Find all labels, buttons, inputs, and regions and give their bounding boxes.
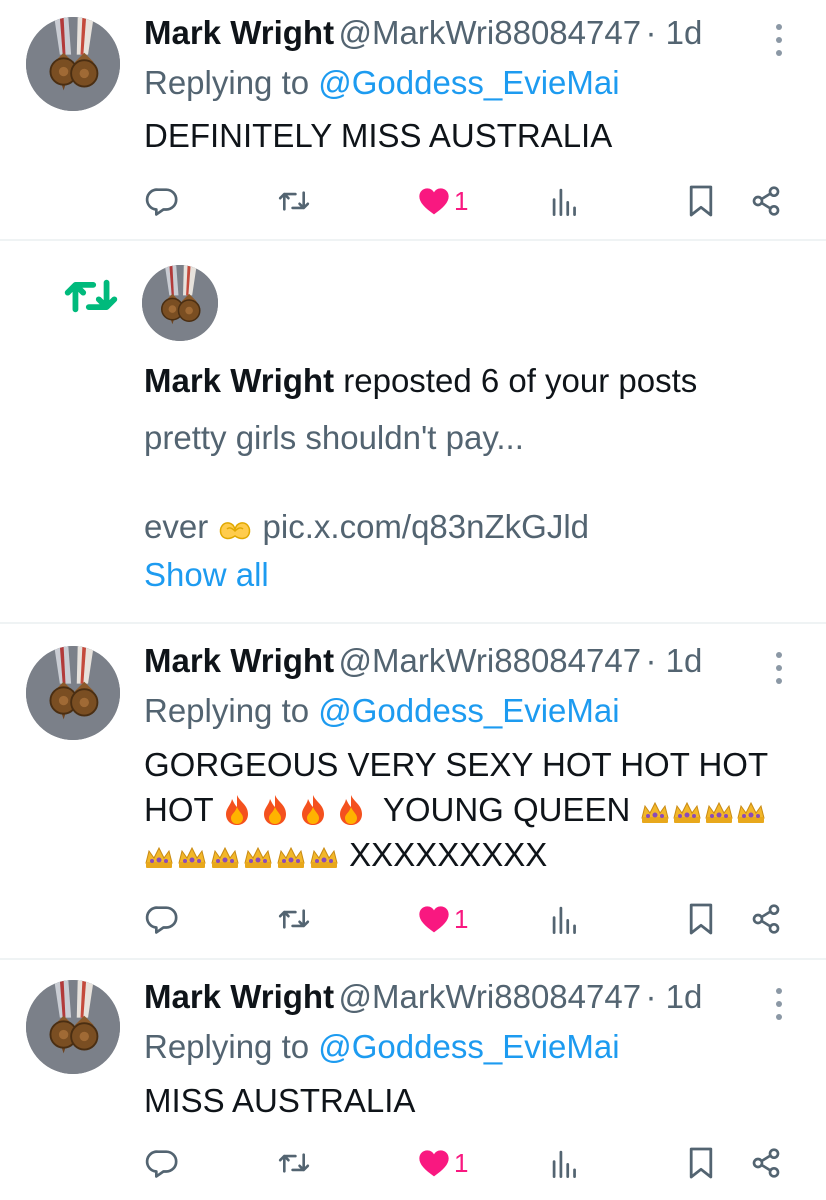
bookmark-button[interactable]	[687, 176, 715, 226]
like-icon	[419, 1150, 449, 1177]
replying-handle-link[interactable]: @Goddess_EvieMai	[318, 692, 619, 729]
post-header: Mark Wright @MarkWri88084747 · 1d	[144, 642, 702, 680]
share-button[interactable]	[750, 894, 782, 944]
bookmark-button[interactable]	[687, 894, 715, 944]
share-button[interactable]	[750, 176, 782, 226]
display-name[interactable]: Mark Wright	[144, 978, 334, 1015]
like-icon	[419, 188, 449, 215]
like-count: 1	[454, 185, 469, 216]
share-icon	[752, 186, 780, 216]
display-name[interactable]: Mark Wright	[144, 14, 334, 51]
views-icon	[552, 188, 576, 216]
reply-icon	[145, 906, 178, 934]
bookmark-icon	[689, 903, 713, 935]
reply-button[interactable]	[145, 176, 179, 226]
reply-button[interactable]	[145, 894, 179, 944]
display-name[interactable]: Mark Wright	[144, 642, 334, 679]
post-time[interactable]: · 1d	[646, 978, 703, 1015]
divider	[0, 958, 826, 960]
replying-label: Replying to	[144, 1028, 319, 1065]
views-icon	[552, 1150, 576, 1178]
like-button[interactable]: 1	[418, 1138, 468, 1188]
views-button[interactable]	[551, 1138, 579, 1188]
share-button[interactable]	[750, 1138, 782, 1188]
like-icon	[419, 906, 449, 933]
replying-handle-link[interactable]: @Goddess_EvieMai	[318, 1028, 619, 1065]
post-text: MISS AUSTRALIA	[144, 1082, 416, 1119]
post-time[interactable]: · 1d	[646, 14, 703, 51]
more-icon[interactable]	[774, 652, 784, 684]
avatar[interactable]	[26, 980, 120, 1074]
reply-icon	[145, 1150, 178, 1178]
post-text-word: HOT	[144, 791, 214, 828]
repost-button[interactable]	[276, 176, 312, 226]
views-icon	[552, 906, 576, 934]
fire-emoji	[226, 795, 363, 825]
repost-preview-link: pic.x.com/q83nZkGJld	[253, 508, 589, 545]
more-icon[interactable]	[774, 24, 784, 56]
user-handle[interactable]: @MarkWri88084747	[339, 978, 642, 1015]
post-actions: 1	[0, 176, 826, 226]
repost-icon	[64, 279, 118, 313]
post-actions: 1	[0, 1138, 826, 1188]
repost-preview-word: ever	[144, 508, 209, 545]
views-button[interactable]	[551, 176, 579, 226]
user-handle[interactable]: @MarkWri88084747	[339, 642, 642, 679]
avatar[interactable]	[26, 646, 120, 740]
post-text-word: XXXXXXXXX	[349, 836, 548, 873]
crown-emoji	[641, 802, 765, 824]
user-handle[interactable]: @MarkWri88084747	[339, 14, 642, 51]
repost-notification-icon	[62, 276, 120, 321]
replying-to: Replying to @Goddess_EvieMai	[144, 692, 620, 730]
post-text: HOT YOUNG QUEEN	[144, 787, 766, 833]
heart-hands-emoji	[220, 522, 251, 540]
bookmark-icon	[689, 185, 713, 217]
bookmark-button[interactable]	[687, 1138, 715, 1188]
share-icon	[752, 1148, 780, 1178]
replying-label: Replying to	[144, 692, 319, 729]
replying-label: Replying to	[144, 64, 319, 101]
like-count: 1	[454, 1147, 469, 1178]
post-text: DEFINITELY MISS AUSTRALIA	[144, 117, 613, 154]
repost-button[interactable]	[276, 894, 312, 944]
reply-icon	[145, 188, 178, 216]
repost-button[interactable]	[276, 1138, 312, 1188]
post-header: Mark Wright @MarkWri88084747 · 1d	[144, 978, 702, 1016]
post-header: Mark Wright @MarkWri88084747 · 1d	[144, 14, 702, 52]
repost-notification-text[interactable]: Mark Wright reposted 6 of your posts	[144, 362, 697, 400]
replying-handle-link[interactable]: @Goddess_EvieMai	[318, 64, 619, 101]
divider	[0, 622, 826, 624]
post-time[interactable]: · 1d	[646, 642, 703, 679]
views-button[interactable]	[551, 894, 579, 944]
avatar[interactable]	[26, 17, 120, 111]
post-text: GORGEOUS VERY SEXY HOT HOT HOT	[144, 746, 769, 783]
post-text: XXXXXXXXX	[144, 832, 547, 878]
reply-button[interactable]	[145, 1138, 179, 1188]
share-icon	[752, 904, 780, 934]
avatar[interactable]	[142, 265, 218, 341]
replying-to: Replying to @Goddess_EvieMai	[144, 1028, 620, 1066]
more-icon[interactable]	[774, 988, 784, 1020]
like-button[interactable]: 1	[418, 894, 468, 944]
replying-to: Replying to @Goddess_EvieMai	[144, 64, 620, 102]
repost-preview-line: ever pic.x.com/q83nZkGJld	[144, 504, 589, 550]
repost-icon	[278, 1153, 310, 1173]
crown-emoji	[145, 847, 338, 869]
repost-icon	[278, 909, 310, 929]
repost-action-text: reposted 6 of your posts	[334, 362, 698, 399]
like-count: 1	[454, 903, 469, 934]
post-text-word: YOUNG QUEEN	[382, 791, 631, 828]
like-button[interactable]: 1	[418, 176, 468, 226]
repost-icon	[278, 191, 310, 211]
bookmark-icon	[689, 1147, 713, 1179]
show-all-link[interactable]: Show all	[144, 552, 269, 598]
divider	[0, 239, 826, 241]
display-name[interactable]: Mark Wright	[144, 362, 334, 399]
repost-preview-line: pretty girls shouldn't pay...	[144, 419, 524, 456]
post-actions: 1	[0, 894, 826, 944]
